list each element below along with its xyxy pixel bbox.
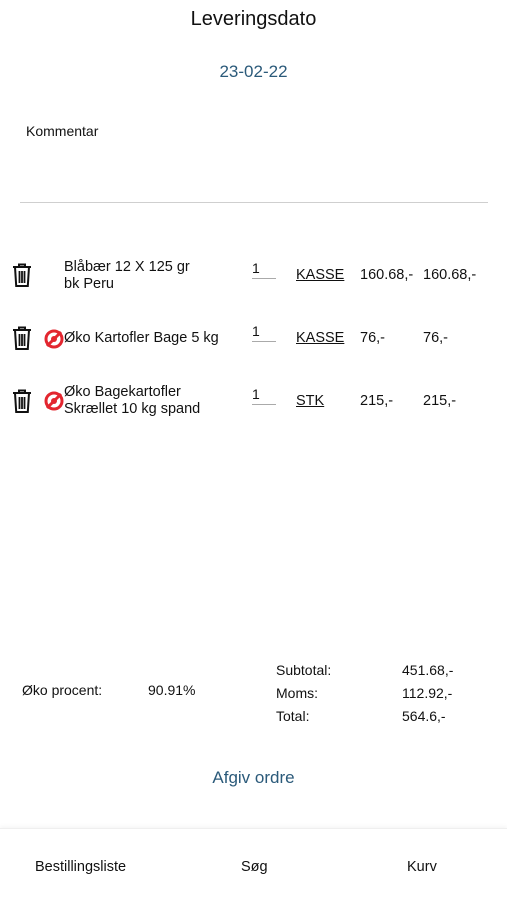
bottom-navigation: Bestillingsliste Søg Kurv <box>0 828 507 901</box>
moms-value: 112.92,- <box>402 685 453 701</box>
product-name-line1: Øko Kartofler Bage 5 kg <box>64 330 219 346</box>
total-label: Total: <box>276 708 310 724</box>
line-total: 76,- <box>423 330 448 346</box>
quantity-input[interactable]: 1 <box>252 260 276 279</box>
comment-label: Kommentar <box>26 123 99 139</box>
nav-cart[interactable]: Kurv <box>407 859 437 875</box>
product-name: Øko Bagekartofler Skrællet 10 kg spand <box>64 384 244 418</box>
line-total: 160.68,- <box>423 267 477 283</box>
moms-label: Moms: <box>276 685 318 701</box>
order-line: Øko Bagekartofler Skrællet 10 kg spand 1… <box>0 383 507 427</box>
order-line: Blåbær 12 X 125 gr bk Peru 1 KASSE 160.6… <box>0 258 507 302</box>
product-name: Blåbær 12 X 125 gr bk Peru <box>64 259 244 293</box>
quantity-input[interactable]: 1 <box>252 386 276 405</box>
delivery-date[interactable]: 23-02-22 <box>0 62 507 82</box>
eco-percent-value: 90.91% <box>148 682 196 698</box>
product-name-line1: Blåbær 12 X 125 gr <box>64 259 190 275</box>
nav-order-list[interactable]: Bestillingsliste <box>35 859 126 875</box>
place-order-button[interactable]: Afgiv ordre <box>0 768 507 788</box>
unit-selector[interactable]: KASSE <box>296 330 344 346</box>
comment-field[interactable] <box>20 145 488 201</box>
unit-selector[interactable]: KASSE <box>296 267 344 283</box>
quantity-input[interactable]: 1 <box>252 323 276 342</box>
unit-price: 215,- <box>360 393 394 409</box>
unit-price: 76,- <box>360 330 385 346</box>
product-name: Øko Kartofler Bage 5 kg <box>64 330 244 347</box>
trash-icon[interactable] <box>11 325 33 351</box>
order-line: Øko Kartofler Bage 5 kg 1 KASSE 76,- 76,… <box>0 320 507 364</box>
organic-label-icon <box>44 329 64 349</box>
page-title: Leveringsdato <box>190 8 317 30</box>
unit-selector[interactable]: STK <box>296 393 324 409</box>
product-name-line1: Øko Bagekartofler <box>64 384 181 400</box>
total-value: 564.6,- <box>402 708 446 724</box>
nav-search[interactable]: Søg <box>241 859 268 875</box>
subtotal-label: Subtotal: <box>276 662 332 678</box>
product-name-line2: Skrællet 10 kg spand <box>64 401 201 417</box>
trash-icon[interactable] <box>11 262 33 288</box>
trash-icon[interactable] <box>11 388 33 414</box>
line-total: 215,- <box>423 393 457 409</box>
subtotal-value: 451.68,- <box>402 662 454 678</box>
organic-label-icon <box>44 391 64 411</box>
unit-price: 160.68,- <box>360 267 414 283</box>
eco-percent-label: Øko procent: <box>22 682 103 698</box>
product-name-line2: bk Peru <box>64 276 114 292</box>
comment-underline <box>20 202 488 203</box>
